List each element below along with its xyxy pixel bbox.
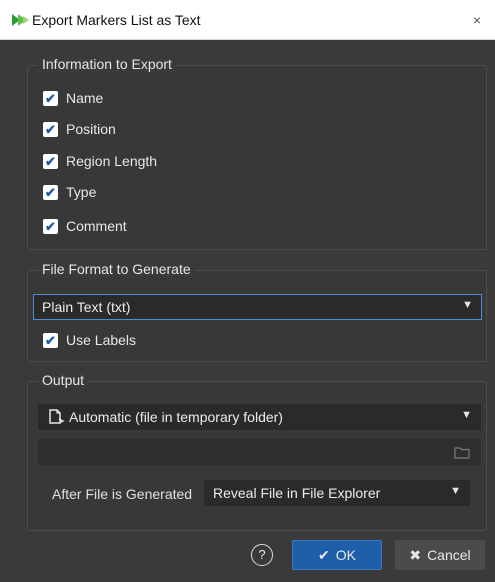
file-format-dropdown[interactable]: Plain Text (txt) ▼ bbox=[33, 294, 482, 320]
title-bar: Export Markers List as Text × bbox=[0, 0, 495, 40]
checkmark-icon: ✔ bbox=[45, 218, 56, 234]
position-checkbox-row[interactable]: ✔ Position bbox=[43, 119, 116, 139]
window-title: Export Markers List as Text bbox=[32, 12, 201, 28]
region-length-checkbox-label: Region Length bbox=[66, 153, 158, 169]
dropdown-arrow-icon: ▼ bbox=[450, 485, 461, 497]
output-destination-dropdown[interactable]: Automatic (file in temporary folder) ▼ bbox=[38, 404, 481, 430]
comment-checkbox[interactable]: ✔ bbox=[43, 218, 58, 234]
use-labels-checkbox[interactable]: ✔ bbox=[43, 332, 58, 348]
after-file-generated-label: After File is Generated bbox=[52, 486, 193, 502]
x-icon: ✖ bbox=[409, 546, 422, 563]
region-length-checkbox[interactable]: ✔ bbox=[43, 153, 58, 169]
export-markers-dialog: Export Markers List as Text × Informatio… bbox=[0, 0, 495, 582]
checkmark-icon: ✔ bbox=[45, 184, 56, 200]
file-format-legend: File Format to Generate bbox=[38, 261, 195, 277]
checkmark-icon: ✔ bbox=[45, 153, 56, 169]
dropdown-arrow-icon: ▼ bbox=[461, 409, 472, 421]
checkmark-icon: ✔ bbox=[318, 546, 330, 563]
after-file-generated-dropdown[interactable]: Reveal File in File Explorer ▼ bbox=[204, 480, 470, 506]
after-file-generated-value: Reveal File in File Explorer bbox=[213, 485, 381, 501]
use-labels-checkbox-row[interactable]: ✔ Use Labels bbox=[43, 330, 136, 350]
help-button[interactable]: ? bbox=[251, 544, 273, 566]
position-checkbox[interactable]: ✔ bbox=[43, 121, 58, 137]
wavelab-app-icon bbox=[12, 14, 29, 26]
close-icon: × bbox=[472, 12, 482, 28]
dropdown-arrow-icon: ▼ bbox=[462, 299, 473, 311]
cancel-button-label: Cancel bbox=[427, 547, 471, 563]
type-checkbox-row[interactable]: ✔ Type bbox=[43, 182, 96, 202]
position-checkbox-label: Position bbox=[66, 121, 116, 137]
checkmark-icon: ✔ bbox=[45, 121, 56, 137]
type-checkbox-label: Type bbox=[66, 184, 97, 200]
output-destination-value: Automatic (file in temporary folder) bbox=[69, 409, 283, 425]
folder-icon[interactable] bbox=[454, 446, 470, 459]
type-checkbox[interactable]: ✔ bbox=[43, 184, 58, 200]
use-labels-label: Use Labels bbox=[66, 332, 137, 348]
information-to-export-group: Information to Export ✔ Name ✔ Position … bbox=[27, 56, 487, 250]
information-to-export-legend: Information to Export bbox=[38, 56, 176, 72]
file-format-group: File Format to Generate Plain Text (txt)… bbox=[27, 261, 487, 362]
name-checkbox-row[interactable]: ✔ Name bbox=[43, 88, 103, 108]
ok-button[interactable]: ✔ OK bbox=[292, 540, 382, 570]
ok-button-label: OK bbox=[335, 547, 356, 563]
checkmark-icon: ✔ bbox=[45, 90, 56, 106]
output-path-field[interactable] bbox=[38, 439, 481, 465]
close-button[interactable]: × bbox=[465, 8, 489, 32]
name-checkbox[interactable]: ✔ bbox=[43, 90, 58, 106]
output-legend: Output bbox=[38, 372, 89, 388]
comment-checkbox-row[interactable]: ✔ Comment bbox=[43, 216, 127, 236]
checkmark-icon: ✔ bbox=[45, 332, 56, 348]
new-file-icon bbox=[49, 409, 65, 424]
cancel-button[interactable]: ✖ Cancel bbox=[395, 540, 485, 570]
help-icon: ? bbox=[258, 547, 266, 562]
file-format-value: Plain Text (txt) bbox=[42, 299, 131, 315]
output-group: Output Automatic (file in temporary fold… bbox=[27, 372, 487, 531]
comment-checkbox-label: Comment bbox=[66, 218, 127, 234]
name-checkbox-label: Name bbox=[66, 90, 104, 106]
region-length-checkbox-row[interactable]: ✔ Region Length bbox=[43, 151, 157, 171]
